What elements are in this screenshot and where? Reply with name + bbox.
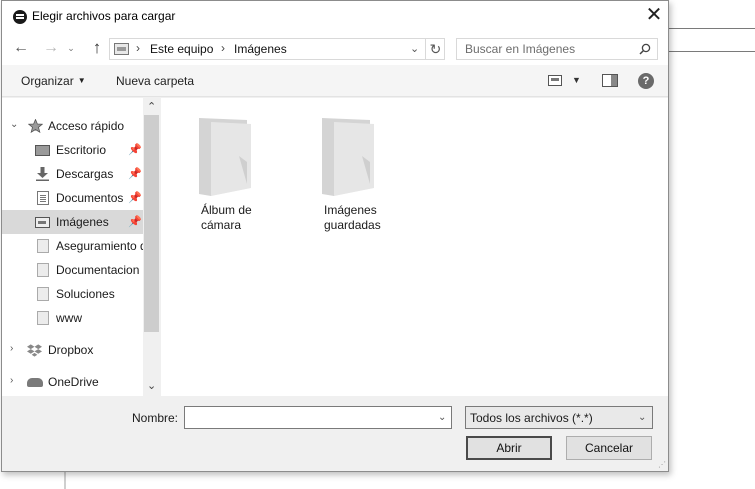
background-divider bbox=[64, 472, 66, 489]
address-bar[interactable]: › Este equipo › Imágenes ⌄ ↻ bbox=[109, 38, 445, 60]
pin-icon: 📌 bbox=[128, 168, 142, 180]
sidebar-item-label: Descargas bbox=[56, 167, 114, 181]
caret-down-icon: ▼ bbox=[77, 76, 86, 85]
chevron-down-icon[interactable]: ⌄ bbox=[410, 42, 419, 55]
preview-pane-icon[interactable] bbox=[602, 74, 618, 87]
scroll-down-button[interactable]: ⌄ bbox=[147, 379, 156, 392]
breadcrumb-separator[interactable]: › bbox=[136, 41, 140, 55]
app-icon bbox=[13, 10, 27, 24]
sidebar-item-imagenes[interactable]: Imágenes 📌 bbox=[2, 210, 143, 234]
view-options-icon[interactable] bbox=[548, 75, 562, 86]
sidebar-item-label: OneDrive bbox=[48, 375, 99, 389]
file-name-label: Nombre: bbox=[132, 411, 179, 425]
file-type-value: Todos los archivos (*.*) bbox=[470, 411, 593, 425]
navigation-scrollbar[interactable]: ⌃ ⌄ bbox=[144, 98, 160, 396]
forward-button[interactable]: → bbox=[40, 38, 62, 58]
search-input[interactable] bbox=[465, 42, 630, 56]
navigation-bar: ← → ⌄ ↑ › Este equipo › Imágenes ⌄ ↻ bbox=[2, 32, 668, 65]
sidebar-item-onedrive[interactable]: › OneDrive bbox=[2, 370, 143, 394]
cancel-button[interactable]: Cancelar bbox=[566, 436, 652, 460]
sidebar-item-soluciones[interactable]: Soluciones bbox=[2, 282, 143, 306]
file-item-label: Imágenes guardadas bbox=[324, 203, 381, 232]
file-name-combobox[interactable]: ⌄ bbox=[184, 406, 452, 429]
sidebar-item-label: www bbox=[56, 311, 82, 325]
title-bar: Elegir archivos para cargar ✕ bbox=[2, 1, 668, 32]
background-input bbox=[668, 28, 755, 52]
chevron-down-icon[interactable]: ⌄ bbox=[438, 412, 446, 423]
dropbox-icon bbox=[27, 344, 42, 357]
pictures-icon bbox=[35, 217, 50, 228]
folder-icon bbox=[37, 239, 49, 253]
breadcrumb-imagenes[interactable]: Imágenes bbox=[234, 42, 287, 56]
organize-label: Organizar bbox=[21, 74, 74, 88]
download-icon bbox=[36, 167, 49, 181]
sidebar-item-label: Imágenes bbox=[56, 215, 109, 229]
sidebar-item-label: Acceso rápido bbox=[48, 119, 125, 133]
pin-icon: 📌 bbox=[128, 216, 142, 228]
sidebar-item-documentos[interactable]: Documentos 📌 bbox=[2, 186, 143, 210]
folder-icon bbox=[37, 287, 49, 301]
scroll-up-button[interactable]: ⌃ bbox=[147, 100, 156, 113]
up-button[interactable]: ↑ bbox=[86, 38, 108, 58]
chevron-right-icon[interactable]: › bbox=[10, 375, 13, 386]
resize-grip-icon[interactable]: ⋰ bbox=[658, 460, 666, 469]
folder-icon bbox=[199, 118, 251, 196]
sidebar-item-dropbox[interactable]: › Dropbox bbox=[2, 338, 143, 362]
organize-menu[interactable]: Organizar ▼ bbox=[21, 74, 86, 88]
open-button[interactable]: Abrir bbox=[466, 436, 552, 460]
recent-locations-button[interactable]: ⌄ bbox=[64, 38, 78, 58]
file-type-select[interactable]: Todos los archivos (*.*) ⌄ bbox=[465, 406, 653, 429]
navigation-pane: ⌄ Acceso rápido Escritorio 📌 Descargas 📌… bbox=[2, 98, 143, 396]
view-dropdown-button[interactable]: ▼ bbox=[572, 75, 581, 85]
sidebar-item-acceso-rapido[interactable]: ⌄ Acceso rápido bbox=[2, 114, 143, 138]
sidebar-item-label: Soluciones bbox=[56, 287, 115, 301]
dialog-title: Elegir archivos para cargar bbox=[32, 9, 176, 23]
search-box[interactable] bbox=[456, 38, 658, 60]
breadcrumb-separator[interactable]: › bbox=[221, 41, 225, 55]
desktop-icon bbox=[35, 145, 50, 156]
folder-icon bbox=[37, 263, 49, 277]
back-button[interactable]: ← bbox=[10, 38, 32, 58]
sidebar-item-aseguramiento[interactable]: Aseguramiento de bbox=[2, 234, 143, 258]
sidebar-item-escritorio[interactable]: Escritorio 📌 bbox=[2, 138, 143, 162]
folder-item-album-de-camara[interactable]: Álbum de cámara bbox=[161, 112, 261, 242]
pin-icon: 📌 bbox=[128, 144, 142, 156]
dialog-footer: Nombre: ⌄ Todos los archivos (*.*) ⌄ Abr… bbox=[2, 396, 668, 471]
file-open-dialog: Elegir archivos para cargar ✕ ← → ⌄ ↑ › … bbox=[1, 0, 669, 472]
folder-icon bbox=[37, 311, 49, 325]
folder-item-imagenes-guardadas[interactable]: Imágenes guardadas bbox=[284, 112, 384, 242]
sidebar-item-label: Documentacion bbox=[56, 263, 140, 277]
file-item-label: Álbum de cámara bbox=[201, 203, 252, 232]
scrollbar-thumb[interactable] bbox=[144, 115, 159, 332]
file-list: Álbum de cámara Imágenes guardadas bbox=[161, 98, 668, 396]
new-folder-button[interactable]: Nueva carpeta bbox=[116, 74, 194, 88]
folder-icon bbox=[322, 118, 374, 196]
help-icon[interactable]: ? bbox=[638, 73, 654, 89]
refresh-button[interactable]: ↻ bbox=[425, 39, 445, 59]
pictures-icon bbox=[114, 43, 129, 55]
document-icon bbox=[37, 191, 49, 205]
sidebar-item-www[interactable]: www bbox=[2, 306, 143, 330]
file-name-input[interactable] bbox=[189, 410, 429, 424]
chevron-down-icon[interactable]: ⌄ bbox=[638, 412, 646, 423]
star-icon bbox=[28, 119, 43, 133]
sidebar-item-label: Aseguramiento de bbox=[56, 239, 143, 253]
pin-icon: 📌 bbox=[128, 192, 142, 204]
sidebar-item-label: Documentos bbox=[56, 191, 124, 205]
search-icon[interactable] bbox=[639, 43, 651, 55]
sidebar-item-label: Dropbox bbox=[48, 343, 94, 357]
chevron-down-icon[interactable]: ⌄ bbox=[10, 119, 18, 130]
sidebar-item-documentacion[interactable]: Documentacion bbox=[2, 258, 143, 282]
command-toolbar: Organizar ▼ Nueva carpeta ▼ ? bbox=[2, 65, 668, 97]
sidebar-item-descargas[interactable]: Descargas 📌 bbox=[2, 162, 143, 186]
cloud-icon bbox=[27, 378, 43, 387]
close-button[interactable]: ✕ bbox=[642, 5, 666, 27]
breadcrumb-este-equipo[interactable]: Este equipo bbox=[150, 42, 213, 56]
chevron-right-icon[interactable]: › bbox=[10, 343, 13, 354]
sidebar-item-label: Escritorio bbox=[56, 143, 107, 157]
